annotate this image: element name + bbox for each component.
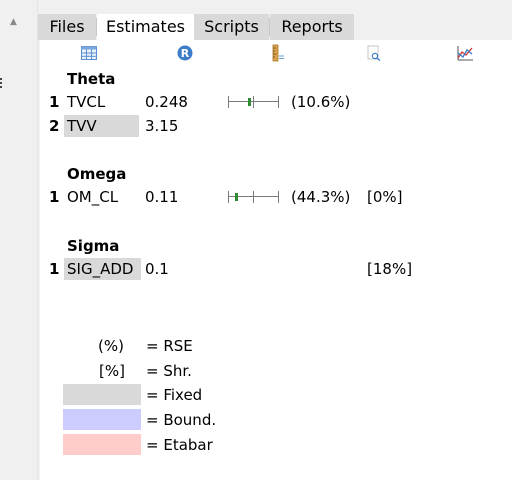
- section-title-theta: Theta: [67, 70, 116, 88]
- legend-bound-label: = Bound.: [146, 411, 217, 429]
- param-value-sig-add: 0.1: [145, 260, 169, 278]
- r-logo-icon[interactable]: R: [176, 44, 194, 62]
- param-value-tvv: 3.15: [145, 117, 179, 135]
- legend-shr-symbol: [%]: [99, 362, 125, 380]
- legend-bound-swatch: [63, 409, 141, 430]
- estimates-panel: R Theta 1 TVCL 0.248 (10.6%) 2 TVV 3.15 …: [40, 40, 512, 480]
- scroll-up-icon[interactable]: ▲: [10, 18, 17, 27]
- row-index: 2: [49, 117, 60, 135]
- rse-bar-tvcl: [228, 96, 279, 108]
- legend-fixed-swatch: [63, 384, 141, 405]
- param-name-tvcl: TVCL: [67, 93, 106, 111]
- section-title-omega: Omega: [67, 165, 127, 183]
- ruler-icon[interactable]: [269, 44, 287, 62]
- param-name-om-cl: OM_CL: [67, 188, 119, 206]
- param-name-tvv: TVV: [67, 117, 97, 135]
- drag-grip-icon[interactable]: [0, 78, 4, 92]
- row-index: 1: [49, 188, 60, 206]
- panel-splitter[interactable]: [37, 0, 38, 480]
- section-title-sigma: Sigma: [67, 237, 120, 255]
- table-icon[interactable]: [80, 44, 98, 62]
- shrinkage-value-om-cl: [0%]: [367, 188, 403, 206]
- left-panel-strip: ▲: [0, 0, 38, 480]
- shrinkage-value-sig-add: [18%]: [367, 260, 413, 278]
- rse-marker: [248, 98, 251, 106]
- estimates-toolbar: R: [40, 40, 512, 66]
- legend-rse-symbol: (%): [98, 337, 124, 355]
- tab-bar: Files Estimates Scripts Reports: [38, 14, 512, 40]
- row-index: 1: [49, 93, 60, 111]
- tab-reports[interactable]: Reports: [270, 14, 354, 40]
- legend-shr-label: = Shr.: [146, 362, 192, 380]
- row-index: 1: [49, 260, 60, 278]
- svg-text:R: R: [181, 47, 190, 60]
- rse-value-om-cl: (44.3%): [291, 188, 351, 206]
- rse-value-tvcl: (10.6%): [291, 93, 351, 111]
- legend-fixed-label: = Fixed: [146, 386, 203, 404]
- legend-etabar-swatch: [63, 434, 141, 455]
- document-search-icon[interactable]: [365, 44, 383, 62]
- legend-rse-label: = RSE: [146, 337, 193, 355]
- rse-bar-om-cl: [228, 191, 279, 203]
- tab-estimates[interactable]: Estimates: [97, 14, 194, 40]
- chart-icon[interactable]: [456, 44, 474, 62]
- param-value-om-cl: 0.11: [145, 188, 179, 206]
- tab-files[interactable]: Files: [38, 14, 96, 40]
- param-value-tvcl: 0.248: [145, 93, 188, 111]
- param-name-sig-add: SIG_ADD: [67, 260, 134, 278]
- legend-etabar-label: = Etabar: [146, 436, 213, 454]
- rse-marker: [235, 193, 238, 201]
- tab-scripts[interactable]: Scripts: [194, 14, 269, 40]
